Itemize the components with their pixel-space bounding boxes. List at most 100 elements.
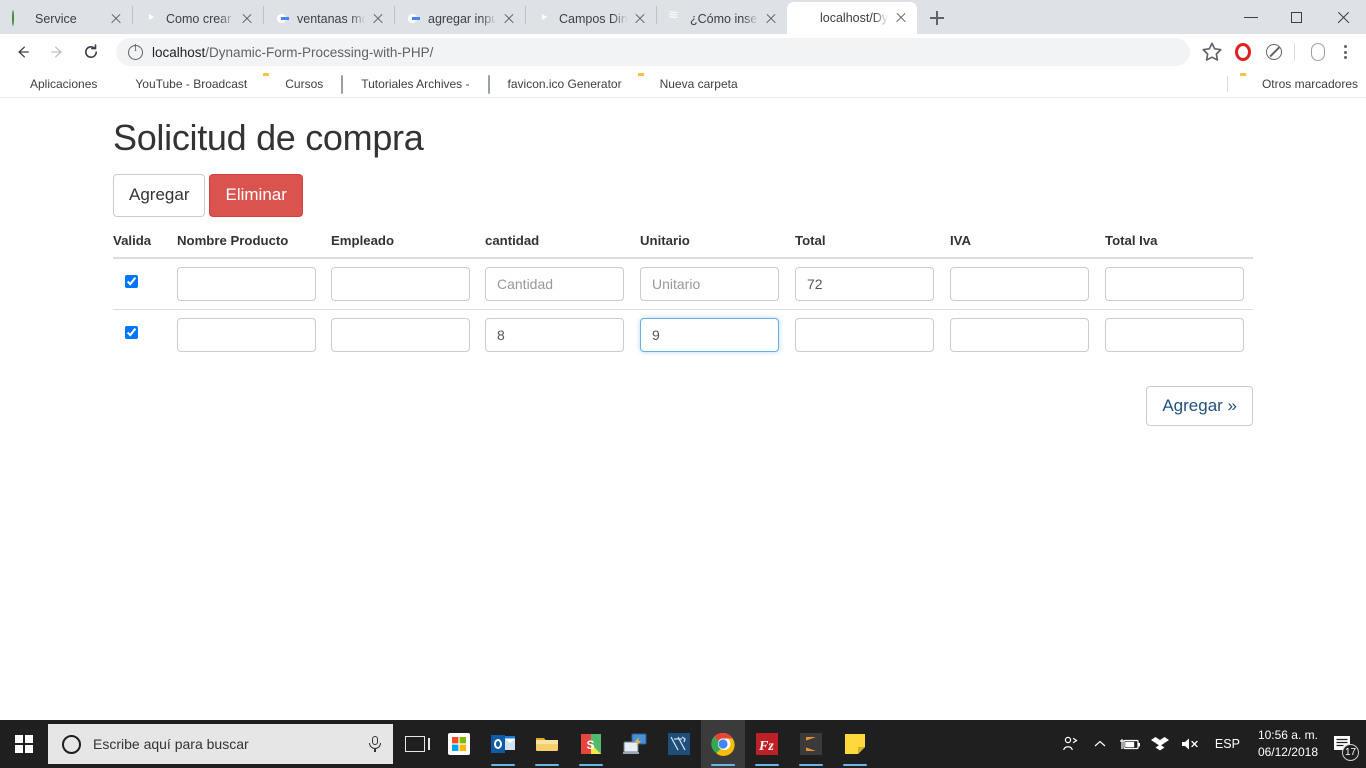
google-icon [405,11,421,27]
cortana-icon[interactable] [62,734,81,754]
info-circle-icon[interactable] [128,43,143,60]
bookmarks-bar: Aplicaciones YouTube - Broadcast Cursos … [0,70,1366,98]
nombre-producto-input[interactable] [177,266,316,301]
sticky-notes-icon[interactable] [833,720,877,768]
tab-close-icon[interactable] [239,11,255,27]
bookmark-apps[interactable]: Aplicaciones [8,76,97,92]
iva-input[interactable] [950,266,1089,301]
dropbox-icon[interactable] [1145,720,1175,768]
store-glyph [448,733,470,755]
cell-unitario [640,258,795,310]
unitario-input[interactable] [640,266,779,301]
other-bookmarks[interactable]: Otros marcadores [1226,75,1358,92]
tab-title: ¿Cómo insertar arr [690,12,760,26]
youtube-icon [113,76,129,92]
browser-tab-6-active[interactable]: localhost/Dynamic [787,2,917,34]
agregar-next-button[interactable]: Agregar » [1146,385,1253,426]
bookmark-tutoriales[interactable]: Tutoriales Archives - [339,74,470,94]
cell-empleado [331,308,485,360]
taskbar-clock[interactable]: 10:56 a. m. 06/12/2018 [1250,727,1326,762]
browser-tab-3[interactable]: agregar input dina [395,4,525,34]
star-glyph [1202,42,1222,61]
sublime-text-icon[interactable] [789,720,833,768]
reload-button[interactable] [76,37,106,67]
other-bookmarks-label: Otros marcadores [1261,76,1358,91]
outlook-icon[interactable] [481,720,525,768]
empleado-input[interactable] [331,317,470,352]
new-tab-button[interactable] [923,4,951,32]
bookmark-favicon-generator[interactable]: favicon.ico Generator [486,74,622,94]
battery-charging-icon[interactable] [1115,720,1145,768]
cell-valida [113,258,177,310]
tab-close-icon[interactable] [893,10,909,26]
eliminar-button[interactable]: Eliminar [209,173,303,217]
bookmark-star-icon[interactable] [1198,38,1226,66]
empleado-input[interactable] [331,266,470,301]
total-input[interactable] [795,266,934,301]
browser-tab-5[interactable]: ¿Cómo insertar arr [657,4,787,34]
remote-desktop-icon[interactable] [613,720,657,768]
total-iva-input[interactable] [1105,266,1244,301]
taskbar-search-box[interactable]: Escribe aquí para buscar [48,724,393,764]
browser-tab-4[interactable]: Campos Dinámicos [526,4,656,34]
adblock-icon[interactable] [1260,38,1288,66]
table-row [113,308,1253,360]
battery-glyph [1119,739,1140,750]
agregar-button[interactable]: Agregar [113,173,206,217]
snagit-icon[interactable]: S [569,720,613,768]
browser-tab-0[interactable]: Service [2,4,132,34]
valida-checkbox[interactable] [125,274,138,288]
bookmark-nueva-carpeta[interactable]: Nueva carpeta [638,76,738,92]
browser-tab-2[interactable]: ventanas modales [264,4,394,34]
back-button[interactable] [8,37,38,67]
column-header-total-iva: Total Iva [1105,232,1253,259]
cantidad-input[interactable] [485,317,624,352]
chevron-up-icon[interactable] [1085,720,1115,768]
volume-muted-icon[interactable] [1175,720,1205,768]
forward-button[interactable] [42,37,72,67]
unitario-input-focused[interactable] [640,317,779,352]
opera-icon[interactable] [1229,38,1257,66]
iva-input[interactable] [950,317,1089,352]
arrow-left-icon [18,46,29,58]
microphone-icon[interactable] [367,734,383,754]
green-sphere-icon [12,10,28,27]
valida-checkbox[interactable] [125,325,138,339]
tab-close-icon[interactable] [108,11,124,27]
bookmark-cursos[interactable]: Cursos [263,76,323,92]
cantidad-input[interactable] [485,266,624,301]
visio-icon[interactable] [657,720,701,768]
tab-close-icon[interactable] [632,11,648,27]
notification-badge: 17 [1342,744,1359,761]
minimize-icon[interactable] [1228,1,1274,33]
microsoft-store-icon[interactable] [437,720,481,768]
tab-close-icon[interactable] [763,11,779,27]
bookmark-youtube[interactable]: YouTube - Broadcast [113,76,247,92]
tab-close-icon[interactable] [370,11,386,27]
browser-toolbar: localhost/Dynamic-Form-Processing-with-P… [0,34,1366,70]
task-view-icon[interactable] [393,720,437,768]
table-body [113,258,1253,360]
folder-icon [1240,76,1256,92]
google-icon [274,11,290,27]
close-icon[interactable] [1320,1,1366,33]
action-center-icon[interactable]: 17 [1326,720,1360,768]
language-indicator[interactable]: ESP [1205,737,1250,751]
profile-icon[interactable] [1304,38,1332,66]
total-iva-input[interactable] [1105,317,1244,352]
nombre-producto-input[interactable] [177,317,316,352]
address-bar[interactable]: localhost/Dynamic-Form-Processing-with-P… [116,38,1190,66]
file-explorer-icon[interactable] [525,720,569,768]
maximize-icon[interactable] [1274,1,1320,33]
browser-tab-1[interactable]: Como crear ventan [133,4,263,34]
filezilla-icon[interactable]: Fz [745,720,789,768]
cell-nombre [177,258,331,310]
google-chrome-icon[interactable] [701,720,745,768]
menu-dots-icon[interactable] [1332,38,1358,66]
bookmark-label: Aplicaciones [30,76,98,91]
tab-close-icon[interactable] [501,11,517,27]
people-icon[interactable] [1055,720,1085,768]
start-button[interactable] [0,720,48,768]
total-input[interactable] [795,317,934,352]
action-buttons: Agregar Eliminar [113,173,1253,217]
